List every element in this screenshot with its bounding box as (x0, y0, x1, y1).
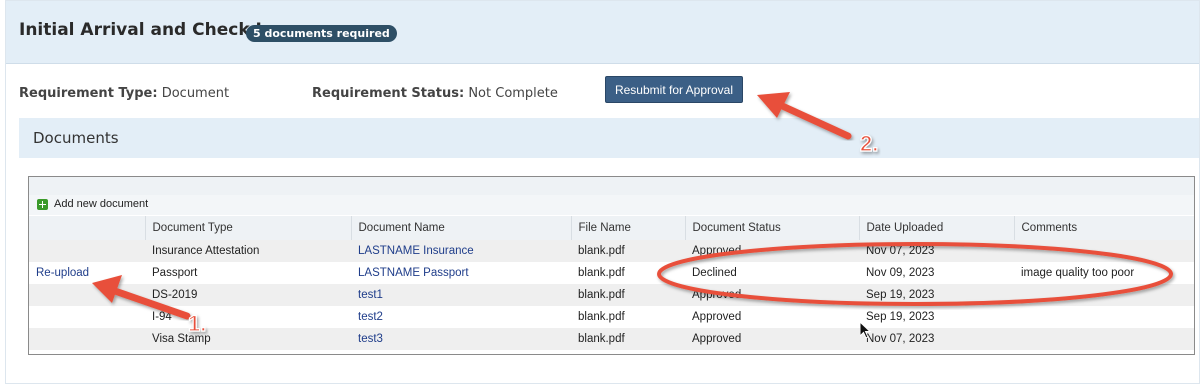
column-header-action (29, 216, 145, 240)
documents-table: Document Type Document Name File Name Do… (29, 216, 1194, 350)
page-title: Initial Arrival and Check In (19, 20, 274, 40)
add-new-document-link[interactable]: Add new document (54, 198, 148, 210)
column-header-document-type[interactable]: Document Type (144, 216, 351, 240)
column-header-document-status[interactable]: Document Status (684, 216, 859, 240)
document-type: Visa Stamp (145, 328, 351, 350)
file-name: blank.pdf (571, 262, 685, 284)
panel-header: Initial Arrival and Check In 5 documents… (6, 1, 1199, 64)
requirement-status-value: Not Complete (468, 86, 558, 101)
document-status: Approved (685, 328, 859, 350)
date-uploaded: Nov 07, 2023 (859, 240, 1014, 262)
document-name-link[interactable]: LASTNAME Passport (351, 262, 571, 284)
document-status: Approved (685, 240, 859, 262)
table-row: I-94 test2 blank.pdf Approved Sep 19, 20… (29, 306, 1194, 328)
mouse-cursor-icon (860, 322, 872, 339)
file-name: blank.pdf (571, 306, 685, 328)
documents-required-badge: 5 documents required (246, 25, 397, 42)
re-upload-link[interactable]: Re-upload (29, 262, 145, 284)
add-plus-icon[interactable] (37, 199, 48, 210)
documents-section-header: Documents (19, 118, 1199, 158)
row-action (29, 284, 145, 306)
document-type: Insurance Attestation (145, 240, 351, 262)
row-action (29, 306, 145, 328)
table-header-row: Document Type Document Name File Name Do… (29, 216, 1194, 240)
date-uploaded: Nov 07, 2023 (859, 328, 1014, 350)
document-status: Approved (685, 306, 859, 328)
table-row: Insurance Attestation LASTNAME Insurance… (29, 240, 1194, 262)
grid-toolbar: Add new document (29, 195, 1194, 215)
table-row: Visa Stamp test3 blank.pdf Approved Nov … (29, 328, 1194, 350)
column-header-date-uploaded[interactable]: Date Uploaded (858, 216, 1014, 240)
document-name-link[interactable]: test2 (351, 306, 571, 328)
requirement-type: Requirement Type: Document (19, 86, 229, 101)
document-type: Passport (145, 262, 351, 284)
documents-section-title: Documents (33, 129, 119, 147)
column-header-file-name[interactable]: File Name (570, 216, 685, 240)
table-row: Re-upload Passport LASTNAME Passport bla… (29, 262, 1194, 284)
document-status: Approved (685, 284, 859, 306)
row-action (29, 240, 145, 262)
row-action (29, 328, 145, 350)
document-name-link[interactable]: LASTNAME Insurance (351, 240, 571, 262)
requirement-type-value: Document (161, 86, 230, 101)
document-name-link[interactable]: test3 (351, 328, 571, 350)
file-name: blank.pdf (571, 328, 685, 350)
requirement-status-label: Requirement Status: (312, 86, 465, 101)
table-row: DS-2019 test1 blank.pdf Approved Sep 19,… (29, 284, 1194, 306)
document-type: I-94 (145, 306, 351, 328)
comments (1014, 328, 1194, 350)
date-uploaded: Sep 19, 2023 (859, 284, 1014, 306)
document-type: DS-2019 (145, 284, 351, 306)
comments: image quality too poor (1014, 262, 1194, 284)
column-header-comments[interactable]: Comments (1013, 216, 1194, 240)
document-status: Declined (685, 262, 859, 284)
requirement-type-label: Requirement Type: (19, 86, 158, 101)
date-uploaded: Sep 19, 2023 (859, 306, 1014, 328)
date-uploaded: Nov 09, 2023 (859, 262, 1014, 284)
comments (1014, 240, 1194, 262)
file-name: blank.pdf (571, 240, 685, 262)
comments (1014, 284, 1194, 306)
requirement-status: Requirement Status: Not Complete (312, 86, 558, 101)
document-name-link[interactable]: test1 (351, 284, 571, 306)
resubmit-for-approval-button[interactable]: Resubmit for Approval (605, 76, 743, 103)
file-name: blank.pdf (571, 284, 685, 306)
documents-grid: Add new document Document Type Document … (28, 176, 1195, 355)
grid-top-bar (29, 177, 1194, 195)
comments (1014, 306, 1194, 328)
column-header-document-name[interactable]: Document Name (350, 216, 571, 240)
page: Initial Arrival and Check In 5 documents… (0, 0, 1200, 384)
